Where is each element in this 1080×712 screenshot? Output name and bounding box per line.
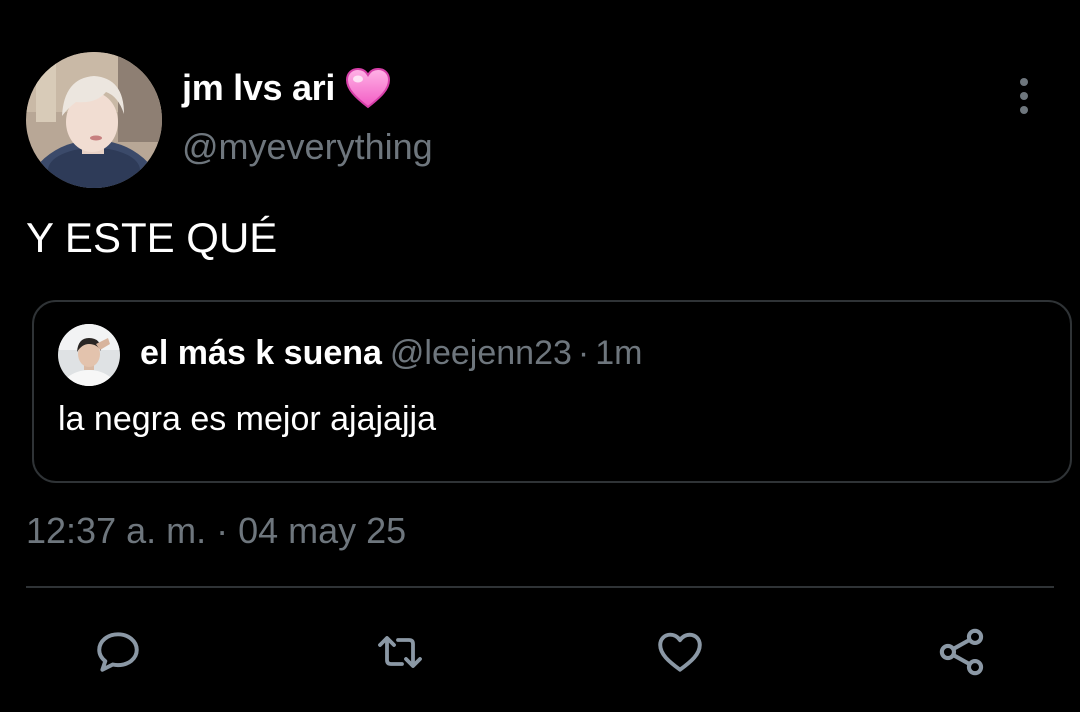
quoted-text: la negra es mejor ajajajja [58, 400, 436, 438]
reply-icon[interactable] [92, 626, 144, 678]
quoted-header: el más k suena @leejenn23 · 1m [140, 334, 642, 373]
like-icon[interactable] [654, 626, 706, 678]
author-handle[interactable]: @myeverything [182, 126, 433, 168]
quoted-tweet-card[interactable]: el más k suena @leejenn23 · 1m la negra es … [32, 300, 1072, 483]
quoted-author-avatar [58, 324, 120, 386]
divider [26, 586, 1054, 588]
more-dot [1020, 106, 1028, 114]
quoted-display-name: el más k suena [140, 334, 382, 372]
author-avatar[interactable] [26, 52, 162, 188]
more-dot [1020, 92, 1028, 100]
pink-heart-icon [345, 67, 391, 109]
more-options-icon[interactable] [1006, 76, 1042, 116]
tweet-text: Y ESTE QUÉ [26, 214, 278, 261]
author-display-name[interactable]: jm lvs ari [182, 67, 335, 109]
quoted-separator: · [577, 334, 590, 372]
more-dot [1020, 78, 1028, 86]
share-icon[interactable] [936, 626, 988, 678]
quoted-time: 1m [595, 334, 643, 372]
author-name-row: jm lvs ari [182, 66, 391, 110]
retweet-icon[interactable] [374, 626, 426, 678]
tweet-timestamp: 12:37 a. m. · 04 may 25 [26, 510, 407, 551]
quoted-handle: @leejenn23 [389, 334, 572, 372]
